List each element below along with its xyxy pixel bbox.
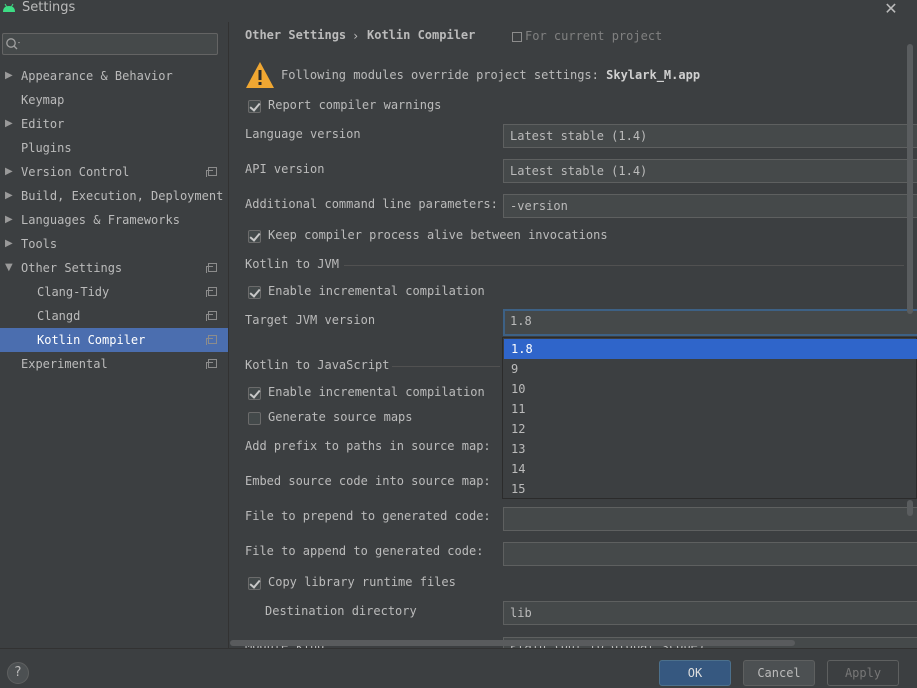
report-warnings-checkbox[interactable]	[248, 100, 261, 113]
dropdown-option[interactable]: 10	[504, 379, 917, 399]
dropdown-option[interactable]: 11	[504, 399, 917, 419]
dropdown-option[interactable]: 1.8	[504, 339, 917, 359]
dropdown-option[interactable]: 12	[504, 419, 917, 439]
project-scope-icon	[206, 359, 217, 369]
breadcrumb-parent: Other Settings	[245, 28, 347, 42]
dropdown-scrollbar-thumb[interactable]	[907, 500, 913, 516]
collapse-arrow-icon: ▼	[5, 262, 13, 273]
android-studio-icon	[3, 3, 15, 12]
warning-module: Skylark_M.app	[606, 68, 701, 82]
project-scope-icon	[206, 311, 217, 321]
dropdown-option[interactable]: 14	[504, 459, 917, 479]
destination-label: Destination directory	[265, 604, 417, 618]
section-divider	[392, 366, 500, 367]
project-scope-icon	[512, 32, 522, 42]
target-jvm-select[interactable]: 1.8	[503, 309, 917, 336]
jvm-incremental-label: Enable incremental compilation	[268, 284, 485, 298]
jvm-incremental-checkbox[interactable]	[248, 286, 261, 299]
sidebar-item-appearance-behavior[interactable]: ▶ Appearance & Behavior	[0, 64, 228, 88]
breadcrumb-separator: ›	[352, 29, 360, 43]
sidebar-item-build-execution-deployment[interactable]: ▶ Build, Execution, Deployment	[0, 184, 228, 208]
expand-arrow-icon: ▶	[5, 166, 13, 177]
window-title: Settings	[22, 0, 76, 15]
expand-arrow-icon: ▶	[5, 70, 13, 81]
sidebar-item-version-control[interactable]: ▶ Version Control	[0, 160, 228, 184]
sidebar-item-experimental[interactable]: Experimental	[0, 352, 228, 376]
breadcrumb-current: Kotlin Compiler	[367, 28, 476, 42]
sidebar-item-editor[interactable]: ▶ Editor	[0, 112, 228, 136]
expand-arrow-icon: ▶	[5, 214, 13, 225]
section-kotlin-to-javascript: Kotlin to JavaScript	[245, 358, 390, 372]
close-icon[interactable]: ✕	[882, 0, 900, 18]
help-button[interactable]: ?	[7, 662, 29, 684]
cancel-button[interactable]: Cancel	[743, 660, 815, 686]
sidebar-item-clang-tidy[interactable]: Clang-Tidy	[0, 280, 228, 304]
project-scope-icon	[206, 287, 217, 297]
warning-icon	[246, 62, 274, 88]
sidebar-item-languages-frameworks[interactable]: ▶ Languages & Frameworks	[0, 208, 228, 232]
prepend-input[interactable]	[503, 507, 917, 531]
sidebar-item-kotlin-compiler[interactable]: Kotlin Compiler	[0, 328, 228, 352]
copy-runtime-label: Copy library runtime files	[268, 575, 456, 589]
apply-button[interactable]: Apply	[827, 660, 899, 686]
language-version-label: Language version	[245, 127, 361, 141]
ok-button[interactable]: OK	[659, 660, 731, 686]
dropdown-option[interactable]: 15	[504, 479, 917, 499]
project-scope-icon	[206, 263, 217, 273]
keep-alive-checkbox[interactable]	[248, 230, 261, 243]
sidebar-item-keymap[interactable]: Keymap	[0, 88, 228, 112]
section-divider	[344, 265, 904, 266]
panel-divider[interactable]	[228, 22, 229, 648]
target-jvm-dropdown: 1.8 9 10 11 12 13 14 15	[502, 337, 917, 499]
js-incremental-checkbox[interactable]	[248, 387, 261, 400]
embed-label: Embed source code into source map:	[245, 474, 491, 488]
project-scope-icon	[206, 335, 217, 345]
expand-arrow-icon: ▶	[5, 118, 13, 129]
language-version-select[interactable]: Latest stable (1.4)	[503, 124, 917, 148]
sidebar-item-tools[interactable]: ▶ Tools	[0, 232, 228, 256]
expand-arrow-icon: ▶	[5, 238, 13, 249]
expand-arrow-icon: ▶	[5, 190, 13, 201]
keep-alive-label: Keep compiler process alive between invo…	[268, 228, 608, 242]
search-icon	[6, 38, 20, 50]
prepend-label: File to prepend to generated code:	[245, 509, 491, 523]
search-input[interactable]	[2, 33, 218, 55]
sidebar-item-plugins[interactable]: Plugins	[0, 136, 228, 160]
append-input[interactable]	[503, 542, 917, 566]
project-scope-icon	[206, 167, 217, 177]
vertical-scrollbar-thumb[interactable]	[907, 44, 913, 314]
destination-input[interactable]: lib	[503, 601, 917, 625]
dropdown-option[interactable]: 9	[504, 359, 917, 379]
warning-message: Following modules override project setti…	[281, 68, 700, 82]
api-version-select[interactable]: Latest stable (1.4)	[503, 159, 917, 183]
cmd-params-label: Additional command line parameters:	[245, 197, 498, 211]
cmd-params-input[interactable]: -version	[503, 194, 917, 218]
copy-runtime-checkbox[interactable]	[248, 577, 261, 590]
warning-text: Following modules override project setti…	[281, 68, 599, 82]
append-label: File to append to generated code:	[245, 544, 484, 558]
dropdown-option[interactable]: 13	[504, 439, 917, 459]
source-maps-label: Generate source maps	[268, 410, 413, 424]
scope-note: For current project	[525, 29, 663, 43]
section-kotlin-to-jvm: Kotlin to JVM	[245, 257, 339, 271]
js-incremental-label: Enable incremental compilation	[268, 385, 485, 399]
horizontal-scrollbar[interactable]	[230, 640, 795, 646]
sidebar-item-other-settings[interactable]: ▼ Other Settings	[0, 256, 228, 280]
target-jvm-label: Target JVM version	[245, 313, 376, 327]
prefix-label: Add prefix to paths in source map:	[245, 439, 491, 453]
report-warnings-label: Report compiler warnings	[268, 98, 442, 112]
api-version-label: API version	[245, 162, 325, 176]
source-maps-checkbox[interactable]	[248, 412, 261, 425]
sidebar-item-clangd[interactable]: Clangd	[0, 304, 228, 328]
title-bar	[0, 0, 917, 20]
